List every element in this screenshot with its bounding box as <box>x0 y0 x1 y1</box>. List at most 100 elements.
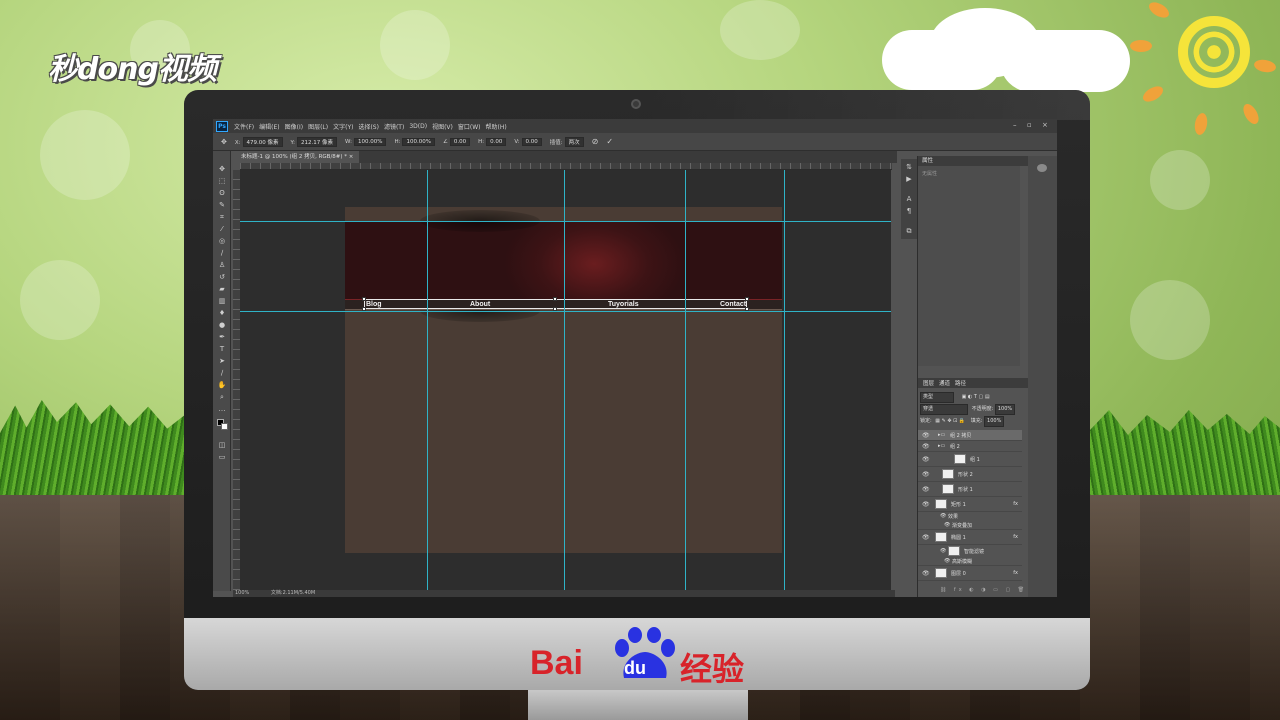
lock-icons[interactable]: ▦ ✎ ✥ ⊡ 🔒 <box>935 418 965 424</box>
opacity-field[interactable]: 100% <box>994 404 1016 415</box>
menu-type[interactable]: 文字(Y) <box>333 122 353 131</box>
commit-transform-icon[interactable]: ✓ <box>606 137 613 146</box>
stamp-tool-icon[interactable]: ♙ <box>217 261 227 269</box>
menu-image[interactable]: 图像(I) <box>285 122 303 131</box>
eyedropper-tool-icon[interactable]: ⁄ <box>217 225 227 233</box>
paths-tab[interactable]: 路径 <box>955 379 966 387</box>
skew-v-field[interactable]: 0.00 <box>521 137 542 146</box>
layer-row[interactable]: 👁 ▸▭ 组 2 <box>918 441 1022 452</box>
hand-tool-icon[interactable]: ✋ <box>217 381 227 389</box>
angle-field[interactable]: 0.00 <box>449 137 471 146</box>
background-color-icon[interactable] <box>221 423 228 430</box>
transform-handle[interactable] <box>745 297 749 301</box>
effect-eye-icon[interactable]: 👁 <box>940 513 946 519</box>
libraries-panel-icon[interactable] <box>1037 164 1047 172</box>
pen-tool-icon[interactable]: ✒ <box>217 333 227 341</box>
visibility-eye-icon[interactable]: 👁 <box>922 432 930 439</box>
menu-window[interactable]: 窗口(W) <box>458 122 481 131</box>
layer-effect-row[interactable]: 👁 渐变叠加 <box>918 521 1022 530</box>
canvas-area[interactable]: Blog About Tuyorials Contact <box>240 170 891 590</box>
shape-tool-icon[interactable]: ∕ <box>217 369 227 377</box>
zoom-tool-icon[interactable]: ⌕ <box>217 393 227 401</box>
menu-edit[interactable]: 编辑(E) <box>259 122 279 131</box>
channels-tab[interactable]: 通道 <box>939 379 950 387</box>
blend-mode-select[interactable]: 穿透 <box>920 404 968 415</box>
layer-filter-icons[interactable]: ▣ ◐ T ▢ ▤ <box>962 394 990 400</box>
color-swatches-icon[interactable] <box>217 419 229 431</box>
transform-handle[interactable] <box>362 297 366 301</box>
layer-effect-row[interactable]: 👁 高斯模糊 <box>918 557 1022 566</box>
layer-row[interactable]: 👁 矩形 1 fx <box>918 497 1022 512</box>
visibility-eye-icon[interactable]: 👁 <box>922 534 930 541</box>
layer-effect-row[interactable]: 👁 效果 <box>918 512 1022 521</box>
layer-row[interactable]: 👁 ▸▭ 组 2 拷贝 <box>918 430 1022 441</box>
brush-tool-icon[interactable]: ∕ <box>217 249 227 257</box>
interpolation-select[interactable]: 两次 <box>564 136 584 147</box>
menu-filter[interactable]: 滤镜(T) <box>384 122 404 131</box>
crop-tool-icon[interactable]: ⌗ <box>217 213 227 221</box>
visibility-eye-icon[interactable]: 👁 <box>922 471 930 478</box>
ruler-horizontal[interactable] <box>240 163 892 170</box>
character-panel-icon[interactable]: A <box>905 195 913 203</box>
close-button[interactable]: × <box>1042 121 1048 129</box>
transform-bounding-box[interactable] <box>362 297 749 311</box>
properties-tab[interactable]: 属性 <box>922 158 933 164</box>
menu-layer[interactable]: 图层(L) <box>308 122 328 131</box>
layer-row[interactable]: 👁 形状 2 <box>918 467 1022 482</box>
effect-eye-icon[interactable]: 👁 <box>944 558 950 564</box>
layer-fx-badge[interactable]: fx <box>1013 534 1018 540</box>
minimize-button[interactable]: – <box>1013 121 1017 129</box>
glyphs-panel-icon[interactable]: ⧉ <box>905 227 913 235</box>
ruler-vertical[interactable] <box>233 170 240 590</box>
effect-eye-icon[interactable]: 👁 <box>940 548 946 554</box>
menu-help[interactable]: 帮助(H) <box>486 122 507 131</box>
guide-horizontal[interactable] <box>240 221 891 222</box>
layer-row[interactable]: 👁 组 1 <box>918 452 1022 467</box>
layer-row[interactable]: 👁 形状 1 <box>918 482 1022 497</box>
layer-filter-select[interactable]: 类型 <box>920 392 954 403</box>
photoshop-app-icon[interactable]: Ps <box>216 120 228 132</box>
menu-select[interactable]: 选择(S) <box>358 122 379 131</box>
gradient-tool-icon[interactable]: ▥ <box>217 297 227 305</box>
layer-fx-badge[interactable]: fx <box>1013 570 1018 576</box>
w-field[interactable]: 100.00% <box>353 137 387 146</box>
h-field[interactable]: 100.00% <box>402 137 435 146</box>
layer-row[interactable]: 👁 椭圆 1 fx <box>918 530 1022 545</box>
menu-file[interactable]: 文件(F) <box>234 122 254 131</box>
layers-tab[interactable]: 图层 <box>923 379 934 387</box>
layer-effect-row[interactable]: 👁 智能滤镜 <box>918 545 1022 557</box>
screen-mode-icon[interactable]: ▭ <box>217 453 227 461</box>
visibility-eye-icon[interactable]: 👁 <box>922 501 930 508</box>
more-tools-icon[interactable]: … <box>217 405 227 413</box>
lasso-tool-icon[interactable]: ʘ <box>217 189 227 197</box>
y-field[interactable]: 212.17 像素 <box>296 136 337 147</box>
path-select-tool-icon[interactable]: ➤ <box>217 357 227 365</box>
actions-panel-icon[interactable]: ▶ <box>905 175 913 183</box>
layer-fx-badge[interactable]: fx <box>1013 501 1018 507</box>
layer-row[interactable]: 👁 图层 0 fx <box>918 566 1022 581</box>
maximize-button[interactable]: ▫ <box>1027 121 1032 129</box>
healing-tool-icon[interactable]: ◎ <box>217 237 227 245</box>
visibility-eye-icon[interactable]: 👁 <box>922 456 930 463</box>
quick-mask-icon[interactable]: ◫ <box>217 441 227 449</box>
x-field[interactable]: 479.00 像素 <box>242 136 283 147</box>
effect-eye-icon[interactable]: 👁 <box>944 522 950 528</box>
menu-3d[interactable]: 3D(D) <box>409 123 427 130</box>
guide-horizontal[interactable] <box>240 311 891 312</box>
type-tool-icon[interactable]: T <box>217 345 227 353</box>
document-tab[interactable]: 未标题-1 @ 100% (组 2 拷贝, RGB/8#) * × <box>235 151 360 163</box>
history-panel-icon[interactable]: ⇅ <box>905 163 913 171</box>
guide-vertical[interactable] <box>564 170 565 590</box>
guide-vertical[interactable] <box>784 170 785 590</box>
guide-vertical[interactable] <box>685 170 686 590</box>
guide-vertical[interactable] <box>427 170 428 590</box>
visibility-eye-icon[interactable]: 👁 <box>922 570 930 577</box>
visibility-eye-icon[interactable]: 👁 <box>922 486 930 493</box>
history-brush-tool-icon[interactable]: ↺ <box>217 273 227 281</box>
zoom-level[interactable]: 100% <box>235 590 249 596</box>
move-tool-icon[interactable]: ✥ <box>217 165 227 173</box>
quick-select-tool-icon[interactable]: ✎ <box>217 201 227 209</box>
dodge-tool-icon[interactable]: ● <box>217 321 227 329</box>
layers-footer-icons[interactable]: ⛓ fx ◐ ◑ ▭ ▢ 🗑 <box>920 586 1024 595</box>
fill-field[interactable]: 100% <box>984 416 1005 427</box>
